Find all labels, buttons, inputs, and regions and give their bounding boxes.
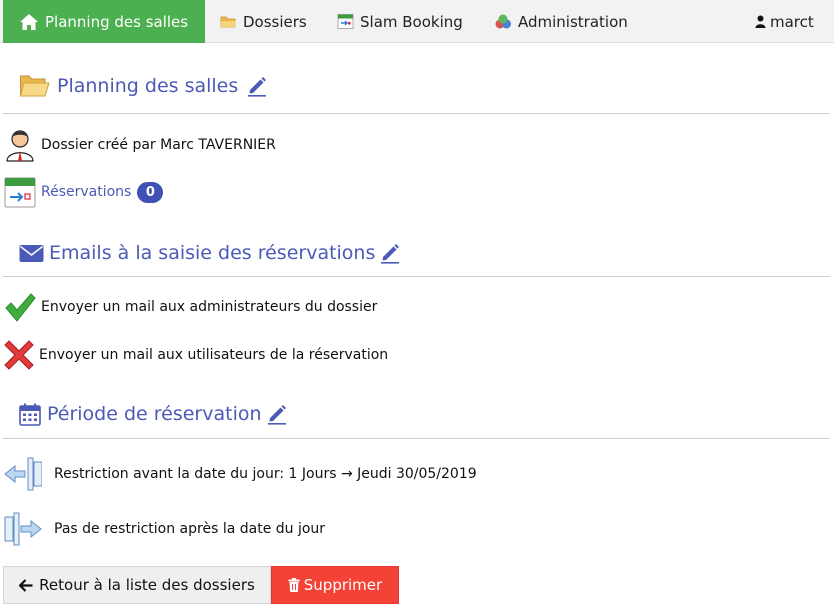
divider bbox=[3, 113, 830, 114]
trash-icon bbox=[288, 578, 300, 592]
nav-administration[interactable]: Administration bbox=[494, 0, 628, 43]
check-icon bbox=[4, 291, 36, 323]
nav-slam-label: Slam Booking bbox=[360, 12, 463, 31]
arrow-left-icon bbox=[19, 578, 33, 592]
user-avatar-icon bbox=[4, 128, 36, 162]
restriction-before-text: Restriction avant la date du jour: 1 Jou… bbox=[54, 466, 477, 482]
nav-dossiers-label: Dossiers bbox=[243, 12, 307, 31]
edit-folder-icon[interactable] bbox=[246, 75, 268, 97]
open-folder-icon bbox=[19, 73, 50, 99]
users-mail-row: Envoyer un mail aux utilisateurs de la r… bbox=[4, 338, 388, 372]
reservations-row: Réservations 0 bbox=[4, 175, 164, 209]
calendar-booking-icon bbox=[337, 13, 354, 30]
calendar-booking-icon bbox=[4, 176, 36, 209]
nav-planning-label: Planning des salles bbox=[45, 12, 189, 31]
nav-user-label: marct bbox=[770, 12, 814, 31]
users-mail-text: Envoyer un mail aux utilisateurs de la r… bbox=[39, 347, 389, 363]
folder-section-header: Planning des salles bbox=[19, 71, 268, 101]
nav-dossiers[interactable]: Dossiers bbox=[220, 0, 307, 43]
calendar-icon bbox=[19, 403, 41, 426]
page-title: Planning des salles bbox=[57, 75, 239, 97]
divider bbox=[3, 276, 830, 277]
delete-button-label: Supprimer bbox=[303, 576, 383, 594]
admin-mail-row: Envoyer un mail aux administrateurs du d… bbox=[4, 290, 377, 324]
home-icon bbox=[19, 13, 39, 31]
edit-emails-icon[interactable] bbox=[379, 242, 401, 264]
reservations-link[interactable]: Réservations bbox=[41, 184, 131, 200]
user-icon bbox=[755, 15, 766, 28]
folder-icon bbox=[220, 15, 237, 29]
top-navbar: Planning des salles Dossiers Slam Bookin… bbox=[0, 0, 834, 43]
envelope-icon bbox=[19, 244, 44, 263]
restriction-after-row: Pas de restriction après la date du jour bbox=[4, 510, 325, 548]
edit-period-icon[interactable] bbox=[266, 403, 288, 425]
admin-mail-text: Envoyer un mail aux administrateurs du d… bbox=[41, 299, 378, 315]
delete-button[interactable]: Supprimer bbox=[271, 566, 399, 604]
cross-icon bbox=[4, 340, 34, 370]
nav-slam-booking[interactable]: Slam Booking bbox=[337, 0, 463, 43]
created-by-text: Dossier créé par Marc TAVERNIER bbox=[41, 137, 276, 153]
divider bbox=[3, 438, 830, 439]
period-title: Période de réservation bbox=[47, 403, 262, 425]
period-section-header: Période de réservation bbox=[19, 399, 288, 429]
arrow-left-bracket-icon bbox=[4, 455, 42, 493]
created-by-row: Dossier créé par Marc TAVERNIER bbox=[4, 127, 276, 163]
admin-gears-icon bbox=[494, 14, 512, 30]
nav-user-menu[interactable]: marct bbox=[755, 0, 814, 43]
back-button-label: Retour à la liste des dossiers bbox=[39, 576, 255, 594]
back-to-list-button[interactable]: Retour à la liste des dossiers bbox=[3, 566, 271, 604]
bracket-arrow-right-icon bbox=[4, 510, 42, 548]
nav-planning-des-salles[interactable]: Planning des salles bbox=[3, 0, 205, 43]
emails-title: Emails à la saisie des réservations bbox=[49, 242, 376, 264]
emails-section-header: Emails à la saisie des réservations bbox=[19, 238, 401, 268]
reservations-count-badge: 0 bbox=[137, 181, 164, 203]
restriction-before-row: Restriction avant la date du jour: 1 Jou… bbox=[4, 455, 477, 493]
restriction-after-text: Pas de restriction après la date du jour bbox=[54, 521, 326, 537]
nav-admin-label: Administration bbox=[518, 12, 628, 31]
